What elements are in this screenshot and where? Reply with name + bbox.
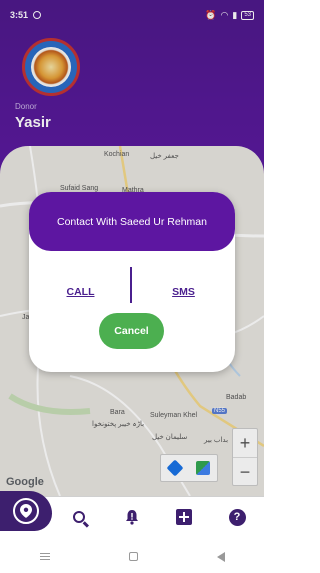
action-divider (130, 267, 132, 303)
location-pin-icon (13, 498, 39, 524)
nav-item-medical[interactable] (172, 505, 196, 529)
sms-button[interactable]: SMS (132, 267, 235, 317)
home-icon[interactable] (128, 552, 138, 561)
nav-item-location[interactable] (0, 491, 52, 531)
bottom-navigation: ? (0, 491, 264, 540)
dialog-actions: CALL SMS (29, 267, 235, 317)
nav-item-help[interactable]: ? (225, 505, 249, 529)
nav-item-alerts[interactable] (120, 505, 144, 529)
dialog-title: Contact With Saeed Ur Rehman (57, 215, 207, 228)
nav-item-search[interactable] (67, 505, 91, 529)
dialog-title-bar: Contact With Saeed Ur Rehman (29, 192, 235, 251)
alert-bell-icon (126, 510, 138, 525)
contact-dialog: Contact With Saeed Ur Rehman CALL SMS Ca… (29, 192, 235, 372)
cancel-button[interactable]: Cancel (99, 313, 164, 349)
search-icon (73, 511, 85, 523)
call-button[interactable]: CALL (29, 267, 132, 317)
back-icon[interactable] (216, 551, 225, 562)
medical-plus-icon (176, 509, 192, 525)
help-icon: ? (228, 508, 246, 526)
app-screen: 3:51 ⏰ ◠ ▮ 53 Donor Yasir Kochian جعفر خ… (0, 0, 264, 573)
system-navigation-bar (0, 540, 264, 573)
recent-apps-icon[interactable] (39, 553, 50, 560)
